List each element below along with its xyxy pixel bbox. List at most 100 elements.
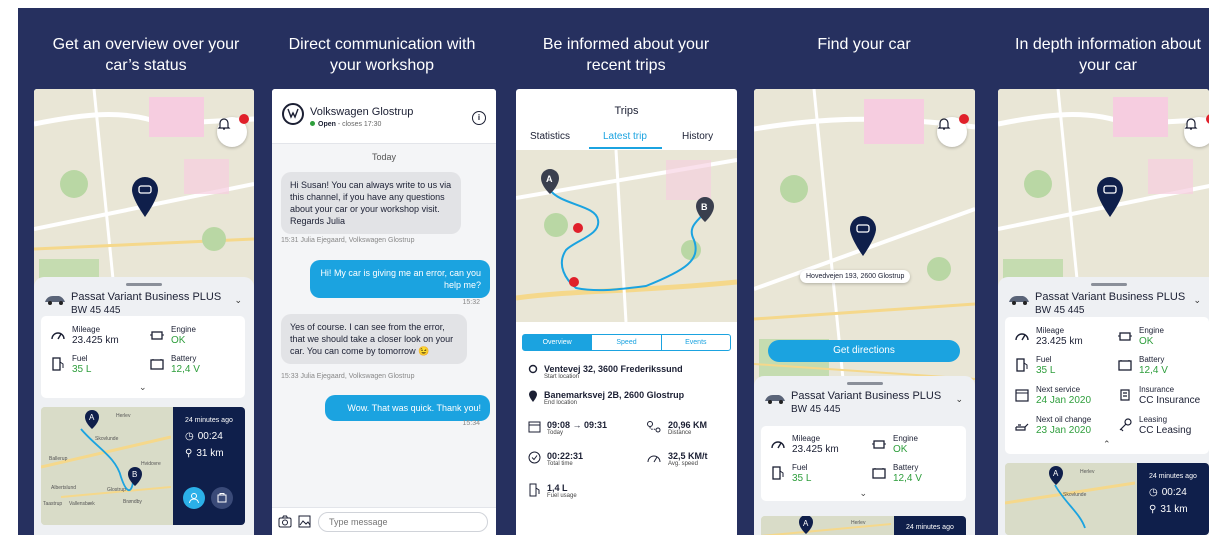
battery-value: 12,4 V <box>1139 365 1168 376</box>
trip-ago: 24 minutes ago <box>1149 473 1197 480</box>
car-image <box>1009 296 1029 305</box>
chat-body[interactable]: Today Hi Susan! You can always write to … <box>272 144 496 507</box>
mileage-value: 23.425 km <box>792 444 839 455</box>
trip-distance: ⚲ 31 km <box>185 448 224 459</box>
battery-stat: Battery 12,4 V <box>149 354 200 376</box>
end-address: Banemarksvej 2B, 2600 Glostrup <box>544 390 685 400</box>
gallery-icon[interactable] <box>298 515 311 528</box>
chevron-down-icon[interactable]: ⌄ <box>1193 295 1201 306</box>
car-sheet: Passat Variant Business PLUS BW 45 445 ⌄… <box>34 277 254 535</box>
calendar-icon <box>528 421 541 433</box>
time-range-value: 09:08 → 09:31 <box>547 420 608 430</box>
total-time-stat: 00:22:31 Total time <box>528 451 583 467</box>
last-trip-card[interactable]: A Herlev Skovlunde 24 minutes ago ◷ 00:24… <box>1005 463 1209 535</box>
car-pin-icon[interactable] <box>850 216 876 256</box>
car-image <box>765 395 785 404</box>
map-label-skovlunde: Skovlunde <box>95 436 119 442</box>
car-header[interactable]: Passat Variant Business PLUS BW 45 445 <box>44 291 221 317</box>
engine-stat: Engine OK <box>871 434 918 456</box>
engine-stat: Engine OK <box>149 325 196 347</box>
time-range-sub: Today <box>547 430 564 436</box>
insurance-stat: Insurance CC Insurance <box>1117 385 1200 407</box>
chevron-down-icon[interactable]: ⌄ <box>955 394 963 405</box>
car-sheet: Passat Variant Business PLUS BW 45 445 ⌄… <box>998 277 1209 535</box>
fuel-stat: Fuel 35 L <box>1014 355 1055 377</box>
trip-time-value: 00:24 <box>1161 487 1187 498</box>
last-trip-card[interactable]: A Herlev 24 minutes ago <box>761 516 966 535</box>
segment-overview[interactable]: Overview <box>523 335 592 350</box>
distance-stat: 20,96 KM Distance <box>646 420 707 436</box>
map[interactable] <box>34 89 254 289</box>
car-image <box>45 296 65 305</box>
heading-overview: Get an overview over your car’s status <box>52 36 240 74</box>
map[interactable] <box>998 89 1209 289</box>
map-label-taastrup: Taastrup <box>43 501 62 507</box>
last-trip-card[interactable]: A B Herlev Skovlunde Ballerup Albertslun… <box>41 407 245 525</box>
chevron-down-icon[interactable]: ⌄ <box>860 488 868 499</box>
phone-find-car: Hovedvejen 193, 2600 Glostrup Get direct… <box>754 89 975 535</box>
trip-time: ◷ 00:24 <box>1149 487 1187 498</box>
info-icon[interactable]: i <box>472 111 486 125</box>
mini-pin-a-label: A <box>89 413 95 422</box>
fuel-stat: Fuel 35 L <box>770 463 811 485</box>
heading-find-car: Find your car <box>817 36 911 53</box>
notification-bell[interactable] <box>937 114 969 147</box>
fuel-usage-value: 1,4 L <box>547 483 568 493</box>
message-bubble: Yes of course. I can see from the error,… <box>281 314 467 364</box>
fuel-label: Fuel <box>1036 355 1052 364</box>
tab-history[interactable]: History <box>682 131 713 142</box>
workshop-button[interactable] <box>211 487 233 509</box>
notification-bell[interactable] <box>217 114 249 147</box>
insurance-icon <box>1120 389 1130 401</box>
start-circle-icon <box>528 364 538 374</box>
battery-stat: Battery 12,4 V <box>871 463 922 485</box>
notification-bell[interactable] <box>1184 114 1209 147</box>
sheet-grip[interactable] <box>126 283 162 286</box>
message-input[interactable] <box>318 512 488 532</box>
mileage-stat: Mileage 23.425 km <box>50 325 119 347</box>
car-pin-icon[interactable] <box>132 177 158 217</box>
trip-map[interactable]: A B <box>516 150 737 322</box>
chevron-down-icon[interactable]: ⌄ <box>234 295 242 306</box>
user-icon <box>189 493 199 504</box>
speedometer-icon <box>647 455 661 463</box>
mini-map: A Herlev <box>761 516 891 535</box>
message-meta: 15:32 <box>462 299 480 306</box>
sheet-grip[interactable] <box>1090 283 1127 286</box>
workshop-status: Open - closes 17:30 <box>310 121 381 128</box>
leasing-label: Leasing <box>1139 415 1168 424</box>
oil-icon <box>1015 423 1029 431</box>
get-directions-button[interactable]: Get directions <box>768 340 960 362</box>
engine-value: OK <box>1139 336 1154 347</box>
sheet-grip[interactable] <box>846 382 883 385</box>
end-location: Banemarksvej 2B, 2600 Glostrup End locati… <box>528 390 684 406</box>
open-dot <box>310 121 315 126</box>
clock-icon: ◷ <box>1149 487 1158 498</box>
car-header[interactable]: Passat Variant Business PLUS BW 45 445 <box>1008 291 1185 317</box>
total-time-value: 00:22:31 <box>547 451 584 461</box>
tab-latest-trip[interactable]: Latest trip <box>603 131 647 142</box>
camera-icon[interactable] <box>278 515 292 528</box>
bell-icon <box>937 118 951 130</box>
car-header[interactable]: Passat Variant Business PLUS BW 45 445 <box>764 390 941 416</box>
segment-events[interactable]: Events <box>660 335 730 350</box>
segment-speed[interactable]: Speed <box>591 335 660 350</box>
car-pin-icon[interactable] <box>1097 177 1123 217</box>
engine-label: Engine <box>893 434 918 443</box>
mileage-label: Mileage <box>1036 326 1065 335</box>
map-label-glostrup: Glostrup <box>107 487 126 493</box>
chevron-down-icon[interactable]: ⌄ <box>139 382 147 393</box>
mileage-label: Mileage <box>792 434 821 443</box>
find-map[interactable]: Hovedvejen 193, 2600 Glostrup Get direct… <box>754 89 975 389</box>
status-card: Mileage 23.425 km Engine OK Fuel 35 L Batte… <box>41 316 245 398</box>
chevron-up-icon[interactable]: ⌃ <box>1103 439 1111 450</box>
battery-value: 12,4 V <box>893 473 922 484</box>
phone-details: Passat Variant Business PLUS BW 45 445 ⌄… <box>998 89 1209 535</box>
map-label-herlev: Herlev <box>851 520 866 526</box>
oil-change-value: 23 Jan 2020 <box>1036 425 1092 436</box>
leasing-value: CC Leasing <box>1139 425 1192 436</box>
tab-statistics[interactable]: Statistics <box>530 131 570 142</box>
message-bubble: Wow. That was quick. Thank you! <box>325 395 490 421</box>
fuel-icon <box>529 483 540 497</box>
user-button[interactable] <box>183 487 205 509</box>
